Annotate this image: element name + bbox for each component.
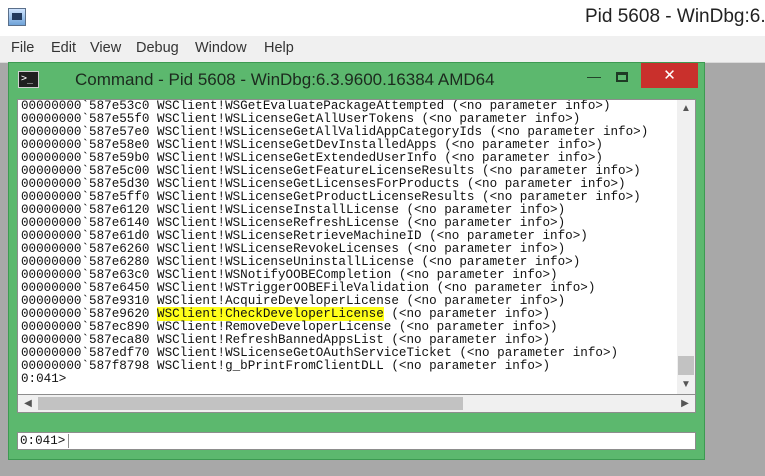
line-address: 00000000`587e57e0 xyxy=(21,125,158,139)
line-text: WSClient!WSLicenseGetLicensesForProducts… xyxy=(157,177,626,191)
scroll-right-icon[interactable]: ▶ xyxy=(677,395,693,412)
line-text: WSClient!WSLicenseRevokeLicenses (<no pa… xyxy=(157,242,566,256)
command-window: >_ Command - Pid 5608 - WinDbg:6.3.9600.… xyxy=(8,62,705,460)
output-lines: 00000000`587e53c0 WSClient!WSGetEvaluate… xyxy=(21,100,676,394)
line-text: WSClient!WSLicenseGetAllUserTokens (<no … xyxy=(157,112,581,126)
line-text: WSClient!RefreshBannedAppsList (<no para… xyxy=(157,333,551,347)
line-address: 00000000`587edf70 xyxy=(21,346,158,360)
line-address: 00000000`587e6450 xyxy=(21,281,158,295)
line-text: WSClient!WSLicenseGetOAuthServiceTicket … xyxy=(157,346,619,360)
scroll-down-icon[interactable]: ▼ xyxy=(677,376,695,394)
line-address: 00000000`587e6260 xyxy=(21,242,158,256)
highlighted-symbol: WSClient!CheckDeveloperLicense xyxy=(157,307,384,321)
output-prompt: 0:041> xyxy=(21,372,67,386)
line-address: 00000000`587ec890 xyxy=(21,320,158,334)
line-address: 00000000`587e6120 xyxy=(21,203,158,217)
horizontal-scrollbar[interactable]: ◀ ▶ xyxy=(17,395,696,413)
line-text: WSClient!WSLicenseInstallLicense (<no pa… xyxy=(157,203,566,217)
input-prompt: 0:041> xyxy=(20,434,70,448)
line-address: 00000000`587e55f0 xyxy=(21,112,158,126)
maximize-button[interactable] xyxy=(609,68,635,88)
menu-edit[interactable]: Edit xyxy=(51,40,76,56)
scroll-up-icon[interactable]: ▲ xyxy=(677,100,695,118)
menu-window[interactable]: Window xyxy=(195,40,247,56)
command-output[interactable]: 00000000`587e53c0 WSClient!WSGetEvaluate… xyxy=(17,99,696,395)
line-text: WSClient!WSLicenseUninstallLicense (<no … xyxy=(157,255,581,269)
menu-help[interactable]: Help xyxy=(264,40,294,56)
line-text: WSClient!g_bPrintFromClientDLL (<no para… xyxy=(157,359,551,373)
app-titlebar: Pid 5608 - WinDbg:6. xyxy=(0,0,765,36)
line-text: WSClient!WSLicenseGetDevInstalledApps (<… xyxy=(157,138,603,152)
line-address: 00000000`587e5d30 xyxy=(21,177,158,191)
command-window-title: Command - Pid 5608 - WinDbg:6.3.9600.163… xyxy=(75,70,495,89)
windbg-icon xyxy=(8,8,26,26)
line-address: 00000000`587e63c0 xyxy=(21,268,158,282)
line-address: 00000000`587e59b0 xyxy=(21,151,158,165)
line-address: 00000000`587e9310 xyxy=(21,294,158,308)
command-window-titlebar[interactable]: >_ Command - Pid 5608 - WinDbg:6.3.9600.… xyxy=(9,63,704,95)
line-text: WSClient!WSNotifyOOBECompletion (<no par… xyxy=(157,268,558,282)
scroll-left-icon[interactable]: ◀ xyxy=(20,395,36,412)
line-text: WSClient!WSLicenseRefreshLicense (<no pa… xyxy=(157,216,566,230)
line-text: WSClient!WSTriggerOOBEFileValidation (<n… xyxy=(157,281,596,295)
line-address: 00000000`587f8798 xyxy=(21,359,158,373)
line-text: WSClient!RemoveDeveloperLicense (<no par… xyxy=(157,320,558,334)
minimize-button[interactable]: — xyxy=(582,68,606,88)
line-address: 00000000`587e58e0 xyxy=(21,138,158,152)
vertical-scrollbar[interactable]: ▲ ▼ xyxy=(677,100,695,394)
menu-bar: File Edit View Debug Window Help xyxy=(0,36,765,63)
line-text: WSClient!WSLicenseGetFeatureLicenseResul… xyxy=(157,164,641,178)
line-address: 00000000`587e9620 xyxy=(21,307,158,321)
menu-file[interactable]: File xyxy=(11,40,34,56)
line-text: WSClient!WSLicenseRetrieveMachineID (<no… xyxy=(157,229,588,243)
line-text: WSClient!WSLicenseGetExtendedUserInfo (<… xyxy=(157,151,603,165)
command-input-row: 0:041> xyxy=(17,432,696,450)
horizontal-scroll-thumb[interactable] xyxy=(38,397,463,410)
close-button[interactable]: ✕ xyxy=(641,63,698,88)
line-text: WSClient!WSLicenseGetAllValidAppCategory… xyxy=(157,125,649,139)
app-title: Pid 5608 - WinDbg:6. xyxy=(585,6,765,27)
menu-view[interactable]: View xyxy=(90,40,121,56)
line-address: 00000000`587e5c00 xyxy=(21,164,158,178)
command-input[interactable] xyxy=(81,433,696,449)
menu-debug[interactable]: Debug xyxy=(136,40,179,56)
line-address: 00000000`587e6280 xyxy=(21,255,158,269)
output-line: 00000000`587f8798 WSClient!g_bPrintFromC… xyxy=(21,360,676,373)
vertical-scroll-thumb[interactable] xyxy=(678,356,694,375)
line-address: 00000000`587e61d0 xyxy=(21,229,158,243)
line-address: 00000000`587e5ff0 xyxy=(21,190,158,204)
line-address: 00000000`587eca80 xyxy=(21,333,158,347)
line-address: 00000000`587e6140 xyxy=(21,216,158,230)
console-icon: >_ xyxy=(18,71,39,88)
line-text: WSClient!WSLicenseGetProductLicenseResul… xyxy=(157,190,641,204)
line-text: (<no parameter info>) xyxy=(383,307,551,321)
line-text: WSClient!AcquireDeveloperLicense (<no pa… xyxy=(157,294,566,308)
